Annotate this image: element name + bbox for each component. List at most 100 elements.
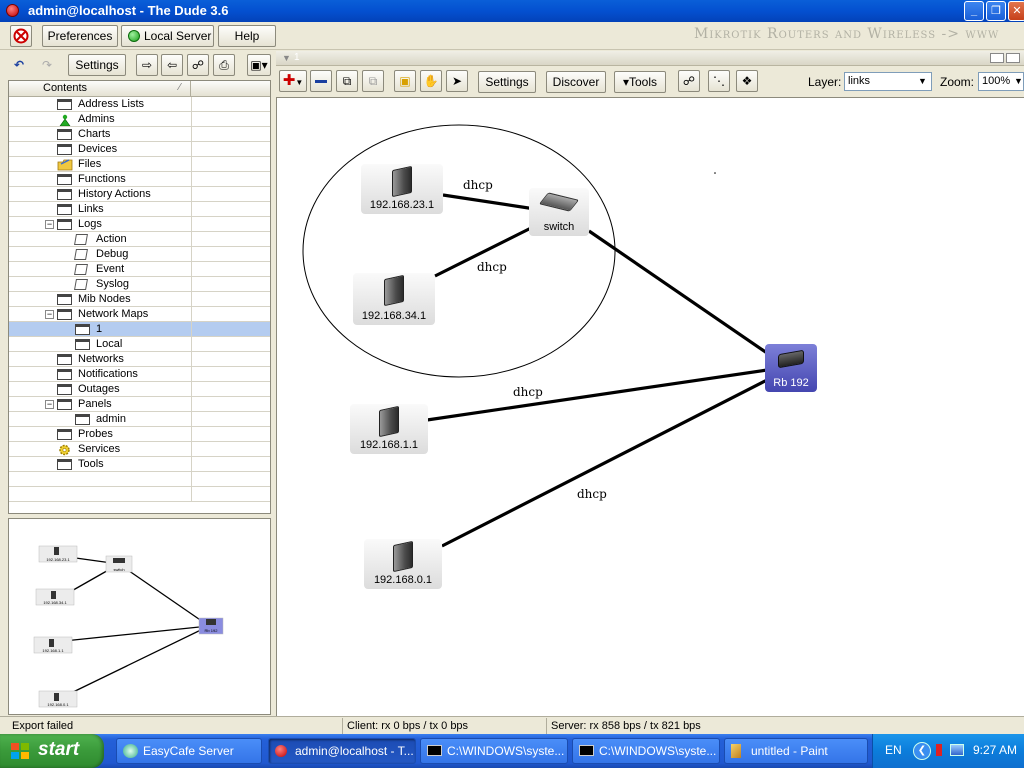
tree-item-admins[interactable]: Admins xyxy=(9,112,270,127)
discover-button[interactable]: Discover xyxy=(546,71,606,93)
paste-button[interactable]: ⧉ xyxy=(362,70,384,92)
flag-tray-icon[interactable] xyxy=(936,744,942,756)
device-node[interactable]: 192.168.23.1 xyxy=(361,164,443,214)
map-settings-button[interactable]: Settings xyxy=(478,71,536,93)
tree-item-debug[interactable]: Debug xyxy=(9,247,270,262)
import-button[interactable]: ⇨ xyxy=(136,54,158,76)
tree-item-links[interactable]: Links xyxy=(9,202,270,217)
link-line[interactable] xyxy=(426,368,768,422)
layer-select[interactable]: links ▼ xyxy=(844,72,932,91)
tree-item-address-lists[interactable]: Address Lists xyxy=(9,97,270,112)
tree-item-local[interactable]: Local xyxy=(9,337,270,352)
collapse-icon[interactable]: − xyxy=(45,220,54,229)
start-button[interactable]: start xyxy=(0,734,104,768)
task-label: C:\WINDOWS\syste... xyxy=(447,744,565,758)
taskbar-item-dude[interactable]: admin@localhost - T... xyxy=(268,738,416,764)
export-button[interactable]: ⇦ xyxy=(161,54,183,76)
tree-item-event[interactable]: Event xyxy=(9,262,270,277)
tree-item-networks[interactable]: Networks xyxy=(9,352,270,367)
map-tab-name[interactable]: 1 xyxy=(294,52,300,63)
tree-item-outages[interactable]: Outages xyxy=(9,382,270,397)
clock[interactable]: 9:27 AM xyxy=(973,743,1017,757)
preferences-button[interactable]: Preferences xyxy=(42,25,118,47)
router-node[interactable]: Rb 192 xyxy=(765,344,817,392)
pan-button[interactable]: ✋ xyxy=(420,70,442,92)
taskbar-item-cmd-2[interactable]: C:\WINDOWS\syste... xyxy=(572,738,720,764)
tree-header[interactable]: Contents ⁄ xyxy=(9,81,270,97)
help-button[interactable]: Help xyxy=(218,25,276,47)
tray-expand-icon[interactable]: ❮ xyxy=(913,742,931,760)
device-node[interactable]: 192.168.1.1 xyxy=(350,404,428,454)
lock-button[interactable]: ▣ xyxy=(394,70,416,92)
link-label[interactable]: dhcp xyxy=(577,487,607,501)
contents-column-header[interactable]: Contents xyxy=(9,81,191,97)
tree-item-charts[interactable]: Charts xyxy=(9,127,270,142)
redo-button[interactable]: ↷ xyxy=(36,54,58,76)
collapse-icon[interactable]: − xyxy=(45,310,54,319)
minimap-panel[interactable]: 192.168.23.1 192.168.34.1 switch Rb 192 … xyxy=(8,518,271,715)
map-find-button[interactable]: ☍ xyxy=(678,70,700,92)
tree-item-services[interactable]: Services xyxy=(9,442,270,457)
tree-item-notifications[interactable]: Notifications xyxy=(9,367,270,382)
tree-item-network-maps[interactable]: − Network Maps xyxy=(9,307,270,322)
arrange-button[interactable]: ⋱ xyxy=(708,70,730,92)
network-ellipse[interactable] xyxy=(302,124,616,378)
tree-item-files[interactable]: Files xyxy=(9,157,270,172)
tile-windows-icon[interactable] xyxy=(990,53,1004,63)
taskbar-item-paint[interactable]: untitled - Paint xyxy=(724,738,868,764)
tree-item-map-1[interactable]: 1 xyxy=(9,322,270,337)
device-node[interactable]: 192.168.34.1 xyxy=(353,273,435,325)
easycafe-icon xyxy=(123,744,138,758)
copy-button[interactable]: ⧉ xyxy=(336,70,358,92)
link-line[interactable] xyxy=(588,229,768,355)
undo-button[interactable]: ↶ xyxy=(8,54,30,76)
disconnect-button[interactable] xyxy=(10,25,32,47)
pointer-button[interactable]: ➤ xyxy=(446,70,468,92)
restore-button[interactable]: ❐ xyxy=(986,1,1006,21)
taskbar-item-cmd-1[interactable]: C:\WINDOWS\syste... xyxy=(420,738,568,764)
taskbar-item-easycafe[interactable]: EasyCafe Server xyxy=(116,738,262,764)
tab-dropdown-icon[interactable]: ▼ xyxy=(282,53,291,63)
add-button[interactable]: ✚▼ xyxy=(279,70,307,92)
tree-item-admin[interactable]: admin xyxy=(9,412,270,427)
local-server-button[interactable]: Local Server xyxy=(121,25,214,47)
tree-item-functions[interactable]: Functions xyxy=(9,172,270,187)
tree-item-probes[interactable]: Probes xyxy=(9,427,270,442)
tree-item-tools[interactable]: Tools xyxy=(9,457,270,472)
switch-node[interactable]: switch xyxy=(529,188,589,236)
tree-item-panels[interactable]: − Panels xyxy=(9,397,270,412)
close-window-button[interactable]: ✕ xyxy=(1008,1,1024,21)
contents-tree[interactable]: Contents ⁄ Address Lists Admins Charts Devi… xyxy=(8,80,271,514)
language-indicator[interactable]: EN xyxy=(885,743,902,757)
remove-button[interactable] xyxy=(310,70,332,92)
chevron-down-icon[interactable]: ▼ xyxy=(915,74,930,89)
link-label[interactable]: dhcp xyxy=(477,260,507,274)
tree-item-logs[interactable]: − Logs xyxy=(9,217,270,232)
title-bar[interactable]: admin@localhost - The Dude 3.6 _ ❐ ✕ xyxy=(0,0,1024,22)
layer-value: links xyxy=(848,75,871,87)
layout-button[interactable]: ❖ xyxy=(736,70,758,92)
network-tray-icon[interactable] xyxy=(950,744,964,756)
tree-item-history-actions[interactable]: History Actions xyxy=(9,187,270,202)
network-map-canvas[interactable]: dhcp dhcp dhcp dhcp 192.168.23.1 switch … xyxy=(276,97,1024,716)
chevron-down-icon[interactable]: ▼ xyxy=(1014,74,1023,89)
link-label[interactable]: dhcp xyxy=(513,385,543,399)
tree-item-devices[interactable]: Devices xyxy=(9,142,270,157)
left-settings-button[interactable]: Settings xyxy=(68,54,126,76)
device-node[interactable]: 192.168.0.1 xyxy=(364,539,442,589)
zoom-select[interactable]: 100% ▼ xyxy=(978,72,1024,91)
split-windows-icon[interactable] xyxy=(1006,53,1020,63)
tools-dropdown-button[interactable]: ▾Tools xyxy=(614,71,666,93)
tree-item-label: Syslog xyxy=(96,278,130,290)
tree-item-mib-nodes[interactable]: Mib Nodes xyxy=(9,292,270,307)
tree-item-syslog[interactable]: Syslog xyxy=(9,277,270,292)
print-button[interactable]: ⎙ xyxy=(213,54,235,76)
tree-item-action[interactable]: Action xyxy=(9,232,270,247)
link-line[interactable] xyxy=(441,378,768,548)
minimize-button[interactable]: _ xyxy=(964,1,984,21)
window-menu-button[interactable]: ▣▾ xyxy=(247,54,271,76)
link-label[interactable]: dhcp xyxy=(463,178,493,192)
link-line[interactable] xyxy=(442,193,536,211)
find-button[interactable]: ☍ xyxy=(187,54,209,76)
collapse-icon[interactable]: − xyxy=(45,400,54,409)
